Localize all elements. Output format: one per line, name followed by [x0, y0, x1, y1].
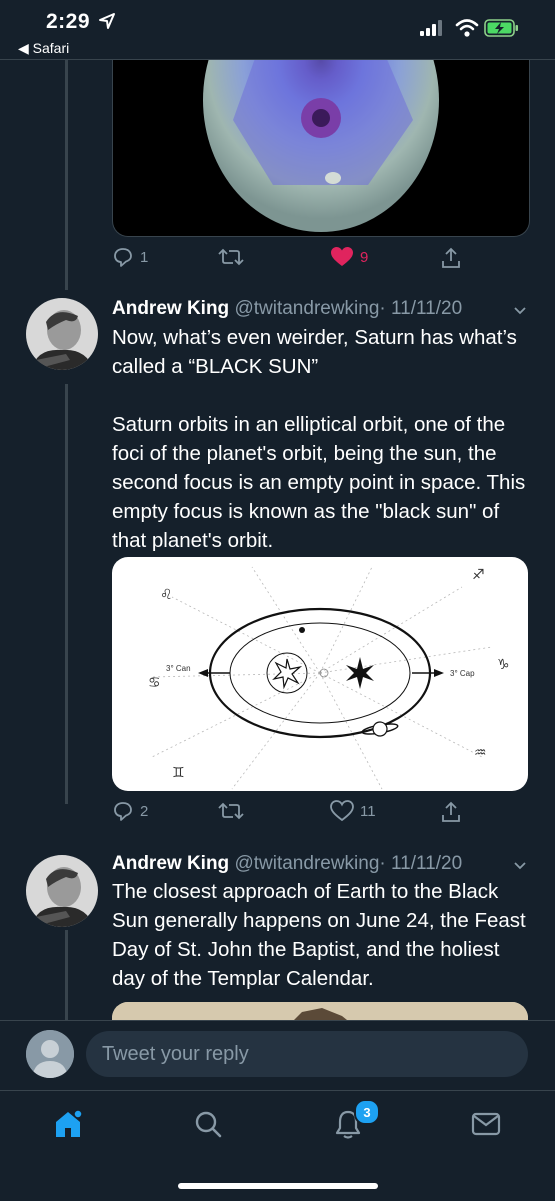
tweet-media-image-black-sun-diagram[interactable]: 3° Can 3° Cap ♌ ♋ ♊ ♐ ♑ ♒: [112, 557, 528, 791]
tweet-date[interactable]: · 11/11/20: [379, 298, 462, 319]
heart-filled-icon: [331, 247, 353, 266]
tweet-actions: 2 11: [112, 800, 532, 830]
cellular-signal-icon: [420, 20, 442, 36]
share-button[interactable]: [440, 246, 462, 270]
tweet-header: Andrew King @twitandrewking· 11/11/20: [112, 298, 462, 320]
notification-badge: 3: [354, 1099, 380, 1125]
share-button[interactable]: [440, 800, 462, 824]
thread-connector-line: [65, 60, 68, 290]
reply-icon: [114, 248, 132, 267]
like-count: 9: [360, 248, 369, 266]
aquarius-glyph-icon: ♒: [474, 745, 487, 761]
chevron-down-icon[interactable]: [512, 303, 528, 319]
home-icon: [56, 1109, 83, 1137]
like-button[interactable]: 11: [330, 800, 376, 822]
thread-connector-line: [65, 930, 68, 1030]
tweet-date[interactable]: · 11/11/20: [379, 853, 462, 874]
author-handle[interactable]: @twitandrewking: [234, 853, 379, 874]
retweet-button[interactable]: [218, 246, 244, 268]
avatar-photo: [26, 855, 98, 927]
avatar[interactable]: [26, 855, 98, 927]
tweet-text: Now, what’s even weirder, Saturn has wha…: [112, 326, 526, 552]
retweet-icon: [218, 802, 244, 820]
author-handle[interactable]: @twitandrewking: [234, 298, 379, 319]
search-icon: [195, 1111, 222, 1138]
mail-icon: [471, 1112, 501, 1136]
gemini-glyph-icon: ♊: [172, 765, 185, 781]
heart-outline-icon: [330, 800, 354, 822]
default-avatar-icon: [26, 1030, 74, 1078]
orbit-diagram: 3° Can 3° Cap ♌ ♋ ♊ ♐ ♑ ♒: [148, 566, 510, 790]
avatar-photo: [26, 298, 98, 370]
status-time: 2:29: [46, 10, 91, 33]
location-arrow-icon: [99, 13, 115, 29]
tweet-header: Andrew King @twitandrewking· 11/11/20: [112, 853, 462, 875]
reply-count: 2: [140, 802, 149, 820]
chevron-down-icon[interactable]: [512, 858, 528, 874]
retweet-icon: [218, 248, 244, 266]
avatar[interactable]: [26, 298, 98, 370]
tab-search[interactable]: [188, 1104, 228, 1144]
my-avatar[interactable]: [26, 1030, 74, 1078]
tweet-actions: 1 9: [112, 246, 532, 276]
author-name[interactable]: Andrew King: [112, 853, 229, 874]
leo-glyph-icon: ♌: [160, 587, 173, 603]
tab-messages[interactable]: [466, 1104, 506, 1144]
like-count: 11: [360, 802, 376, 820]
reply-icon: [114, 802, 132, 821]
tab-home[interactable]: [48, 1104, 88, 1144]
capricorn-glyph-icon: ♑: [497, 657, 510, 673]
diagram-label-left: 3° Can: [166, 664, 191, 673]
home-indicator[interactable]: [178, 1183, 378, 1189]
cancer-glyph-icon: ♋: [148, 675, 161, 691]
retweet-button[interactable]: [218, 800, 244, 822]
like-button[interactable]: 9: [330, 246, 368, 268]
reply-button[interactable]: 1: [112, 246, 148, 268]
sagittarius-glyph-icon: ♐: [472, 567, 485, 583]
diagram-label-right: 3° Cap: [450, 669, 475, 678]
saturn-hexagon-image: [203, 60, 439, 232]
tweet-media-image-saturn-hexagon[interactable]: [112, 60, 530, 237]
back-to-safari-link[interactable]: ◀ Safari: [18, 40, 69, 57]
battery-charging-icon: [484, 19, 518, 37]
author-name[interactable]: Andrew King: [112, 298, 229, 319]
reply-count: 1: [140, 248, 149, 266]
reply-button[interactable]: 2: [112, 800, 148, 822]
wifi-icon: [455, 19, 479, 37]
share-icon: [442, 247, 460, 268]
tweet-text: The closest approach of Earth to the Bla…: [112, 880, 526, 990]
reply-input-placeholder: Tweet your reply: [102, 1043, 249, 1065]
thread-connector-line: [65, 384, 68, 804]
share-icon: [442, 801, 460, 822]
